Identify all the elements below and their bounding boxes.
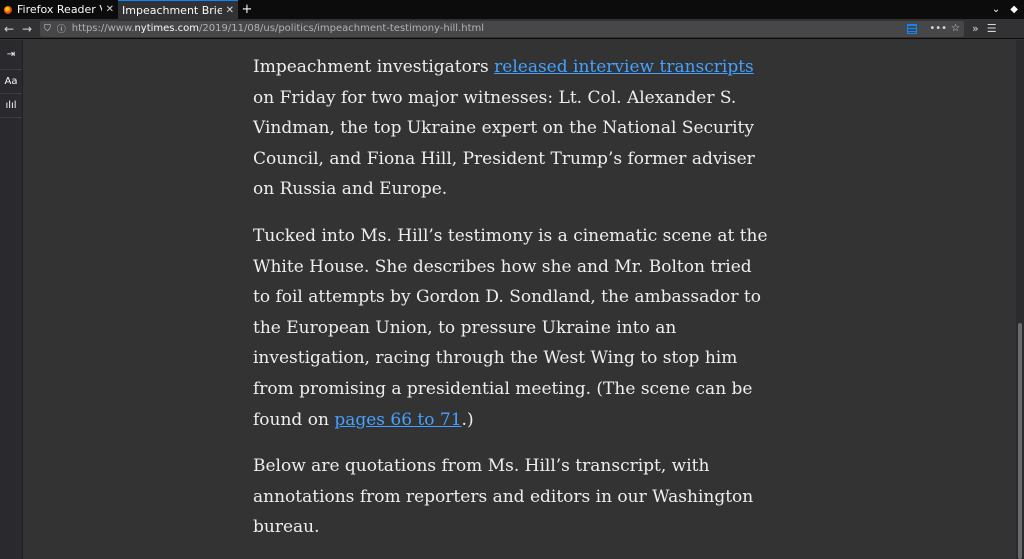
close-tab-icon[interactable]: ✕ bbox=[226, 5, 234, 16]
new-tab-button[interactable]: + bbox=[238, 0, 256, 19]
vertical-scrollbar[interactable] bbox=[1016, 40, 1024, 559]
exit-reader-icon: ⇥ bbox=[6, 49, 16, 60]
tab-firefox-reader-view[interactable]: Firefox Reader Vi ✕ bbox=[0, 0, 118, 19]
scrollbar-thumb[interactable] bbox=[1018, 323, 1022, 559]
page-actions-icon[interactable]: ••• bbox=[929, 23, 947, 34]
url-scheme: https://www. bbox=[71, 23, 135, 34]
url-host: nytimes.com bbox=[134, 23, 200, 34]
tracking-shield-icon[interactable]: ⛉ bbox=[44, 24, 51, 34]
back-button[interactable]: ← bbox=[0, 22, 18, 36]
reader-toolbar: ⇥ Aa ılıl bbox=[0, 40, 23, 559]
tab-bar: Firefox Reader Vi ✕ Impeachment Briefi ✕… bbox=[0, 0, 1024, 19]
paragraph-text: on Friday for two major witnesses: Lt. C… bbox=[253, 87, 755, 200]
navigation-toolbar: ← → ⛉ ⓘ https://www. nytimes.com/2019/11/… bbox=[0, 19, 1024, 39]
tab-overflow-chevron-icon[interactable]: ⌄ bbox=[992, 4, 1000, 15]
reader-article: Impeachment investigators released inter… bbox=[253, 52, 768, 559]
narrate-button[interactable]: ılıl bbox=[0, 94, 22, 118]
narrate-waveform-icon: ılıl bbox=[5, 100, 17, 111]
minimize-icon[interactable]: ◆ bbox=[1010, 4, 1018, 15]
overflow-chevron-icon[interactable]: » bbox=[972, 22, 979, 35]
article-paragraph: Tucked into Ms. Hill’s testimony is a ci… bbox=[253, 221, 768, 435]
type-controls-button[interactable]: Aa bbox=[0, 70, 22, 94]
tab-title: Impeachment Briefi bbox=[122, 3, 222, 17]
tab-title: Firefox Reader Vi bbox=[17, 3, 102, 16]
bookmark-star-icon[interactable]: ☆ bbox=[951, 23, 960, 34]
paragraph-text: Impeachment investigators bbox=[253, 57, 495, 77]
site-info-icon[interactable]: ⓘ bbox=[57, 22, 66, 35]
type-controls-label: Aa bbox=[4, 76, 18, 87]
tab-impeachment-briefing[interactable]: Impeachment Briefi ✕ bbox=[118, 0, 238, 19]
article-paragraph: Impeachment investigators released inter… bbox=[253, 52, 768, 205]
pages-66-to-71-link[interactable]: pages 66 to 71 bbox=[334, 410, 461, 430]
close-reader-view-button[interactable]: ⇥ bbox=[0, 40, 22, 70]
forward-button[interactable]: → bbox=[18, 22, 36, 36]
paragraph-text: .) bbox=[461, 409, 474, 430]
article-paragraph: Below are quotations from Ms. Hill’s tra… bbox=[253, 456, 754, 538]
close-tab-icon[interactable]: ✕ bbox=[106, 4, 114, 15]
url-bar[interactable]: ⛉ ⓘ https://www. nytimes.com/2019/11/08/u… bbox=[40, 20, 964, 37]
menu-hamburger-icon[interactable]: ☰ bbox=[987, 22, 997, 35]
released-transcripts-link[interactable]: released interview transcripts bbox=[494, 57, 754, 77]
reader-view-icon[interactable] bbox=[907, 23, 918, 34]
url-path: /2019/11/08/us/politics/impeachment-test… bbox=[199, 23, 485, 34]
paragraph-text: Tucked into Ms. Hill’s testimony is a ci… bbox=[253, 225, 768, 430]
firefox-favicon-icon bbox=[4, 5, 12, 14]
